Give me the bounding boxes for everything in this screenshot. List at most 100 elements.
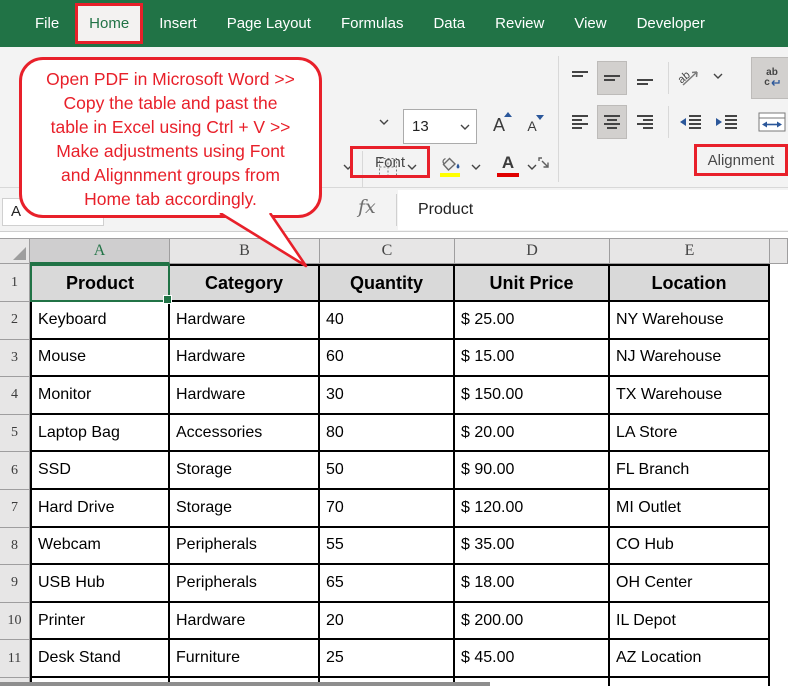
column-header-d[interactable]: D (455, 238, 610, 264)
cell[interactable]: Hardware (170, 302, 320, 340)
cell[interactable]: Peripherals (170, 565, 320, 603)
font-color-button[interactable]: A (495, 149, 521, 181)
increase-indent-button[interactable] (712, 106, 742, 138)
cell[interactable]: $ 15.00 (455, 339, 610, 378)
tab-insert[interactable]: Insert (144, 0, 212, 47)
tab-data[interactable]: Data (418, 0, 480, 47)
tab-review[interactable]: Review (480, 0, 559, 47)
cell[interactable]: NY Warehouse (610, 302, 770, 340)
cell[interactable]: FL Branch (610, 452, 770, 490)
cell[interactable]: Webcam (30, 527, 170, 566)
cell[interactable]: 20 (320, 602, 455, 641)
row-header-7[interactable]: 7 (0, 489, 30, 528)
cell[interactable]: Hard Drive (30, 489, 170, 528)
tab-file[interactable]: File (20, 0, 74, 47)
cell[interactable]: Peripherals (170, 527, 320, 566)
cell[interactable]: $ 90.00 (455, 452, 610, 490)
cell[interactable]: Monitor (30, 377, 170, 415)
row-header-5[interactable]: 5 (0, 414, 30, 453)
cell[interactable]: LA Store (610, 414, 770, 453)
cell[interactable]: 65 (320, 565, 455, 603)
cell[interactable]: 40 (320, 302, 455, 340)
cell[interactable]: Accessories (170, 414, 320, 453)
cell[interactable]: Storage (170, 489, 320, 528)
align-center-button[interactable] (597, 105, 627, 139)
cell[interactable]: CO Hub (610, 527, 770, 566)
cell[interactable]: USB Hub (30, 565, 170, 603)
cell[interactable]: 70 (320, 489, 455, 528)
cell[interactable]: 80 (320, 414, 455, 453)
row-header-6[interactable]: 6 (0, 452, 30, 490)
row-header-3[interactable]: 3 (0, 339, 30, 378)
cell[interactable]: 30 (320, 377, 455, 415)
cell[interactable]: AZ Location (610, 640, 770, 678)
cell[interactable]: NJ Warehouse (610, 339, 770, 378)
tab-view[interactable]: View (559, 0, 621, 47)
row-header-2[interactable]: 2 (0, 302, 30, 340)
row-header-1[interactable]: 1 (0, 264, 30, 302)
cell[interactable]: Keyboard (30, 302, 170, 340)
cell[interactable]: OH Center (610, 565, 770, 603)
column-header-a[interactable]: A (30, 238, 170, 264)
font-name-dropdown[interactable] (375, 113, 393, 131)
cell[interactable]: SSD (30, 452, 170, 490)
cell[interactable]: $ 20.00 (455, 414, 610, 453)
align-middle-button[interactable] (597, 61, 627, 95)
row-header-10[interactable]: 10 (0, 602, 30, 641)
font-dialog-launcher[interactable] (536, 155, 552, 171)
orientation-dropdown[interactable] (710, 68, 726, 84)
cell[interactable]: Desk Stand (30, 640, 170, 678)
cell[interactable]: 55 (320, 527, 455, 566)
cell[interactable]: $ 25.00 (455, 302, 610, 340)
tab-page-layout[interactable]: Page Layout (212, 0, 326, 47)
fx-icon[interactable]: fx (358, 196, 376, 218)
cell[interactable]: Hardware (170, 339, 320, 378)
align-bottom-button[interactable] (631, 62, 659, 94)
cell[interactable]: Furniture (170, 640, 320, 678)
decrease-indent-button[interactable] (676, 106, 706, 138)
cell[interactable]: 50 (320, 452, 455, 490)
cell[interactable]: 60 (320, 339, 455, 378)
row-header-8[interactable]: 8 (0, 527, 30, 566)
cell[interactable]: Printer (30, 602, 170, 641)
tab-home[interactable]: Home (75, 3, 144, 44)
fill-color-button[interactable] (438, 151, 462, 181)
column-header-e[interactable]: E (610, 238, 770, 264)
align-top-button[interactable] (566, 62, 594, 94)
align-right-button[interactable] (631, 106, 659, 138)
cell[interactable]: Mouse (30, 339, 170, 378)
cell[interactable]: $ 200.00 (455, 602, 610, 641)
formula-input[interactable]: Product (398, 190, 788, 230)
shrink-font-button[interactable]: A (520, 113, 544, 139)
cell[interactable]: MI Outlet (610, 489, 770, 528)
cell[interactable]: Storage (170, 452, 320, 490)
cell[interactable]: $ 120.00 (455, 489, 610, 528)
row-header-4[interactable]: 4 (0, 377, 30, 415)
row-header-11[interactable]: 11 (0, 640, 30, 678)
cell[interactable]: $ 150.00 (455, 377, 610, 415)
grow-font-button[interactable]: A (486, 110, 512, 140)
cell[interactable]: Location (610, 264, 770, 302)
select-all-button[interactable] (0, 238, 30, 264)
font-size-combo[interactable]: 13 (403, 109, 477, 144)
cell[interactable]: TX Warehouse (610, 377, 770, 415)
cell[interactable]: Quantity (320, 264, 455, 302)
cell[interactable]: $ 45.00 (455, 640, 610, 678)
row-header-9[interactable]: 9 (0, 565, 30, 603)
merge-center-button[interactable] (752, 104, 788, 140)
cell[interactable]: $ 18.00 (455, 565, 610, 603)
cell[interactable]: Unit Price (455, 264, 610, 302)
cell[interactable]: Hardware (170, 377, 320, 415)
cell[interactable]: 25 (320, 640, 455, 678)
cell[interactable]: IL Depot (610, 602, 770, 641)
wrap-text-button[interactable]: ab c (751, 57, 788, 99)
align-left-button[interactable] (566, 106, 594, 138)
cell[interactable]: $ 35.00 (455, 527, 610, 566)
cell[interactable]: Hardware (170, 602, 320, 641)
cell[interactable]: Laptop Bag (30, 414, 170, 453)
fill-color-dropdown[interactable] (468, 159, 484, 175)
orientation-button[interactable]: ab (676, 62, 706, 94)
tab-developer[interactable]: Developer (622, 0, 720, 47)
tab-formulas[interactable]: Formulas (326, 0, 419, 47)
cell[interactable]: Product (30, 264, 170, 302)
